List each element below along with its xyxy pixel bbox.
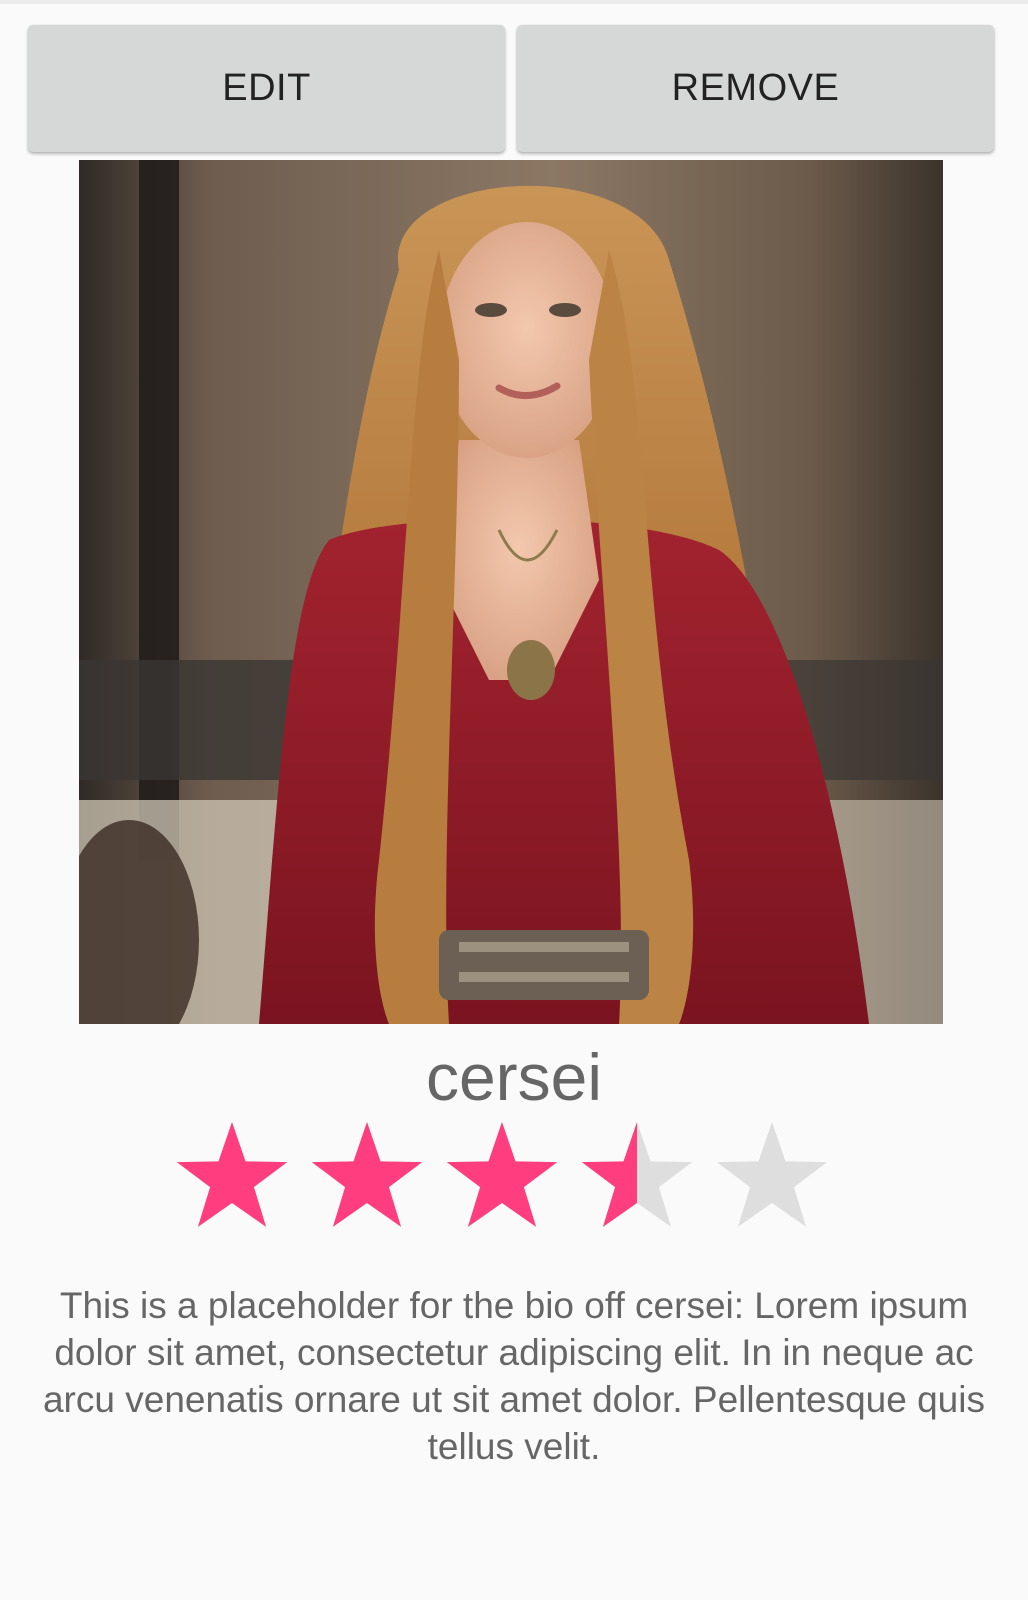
profile-name: cersei xyxy=(425,1040,603,1114)
star-icon[interactable] xyxy=(446,1122,558,1227)
status-bar-edge xyxy=(0,0,1028,4)
profile-photo xyxy=(79,160,943,1024)
star-icon[interactable] xyxy=(176,1122,288,1227)
remove-button[interactable]: REMOVE xyxy=(517,25,994,152)
star-icon[interactable] xyxy=(311,1122,423,1227)
star-icon[interactable] xyxy=(581,1122,693,1227)
star-rating[interactable] xyxy=(174,1122,854,1238)
profile-bio: This is a placeholder for the bio off ce… xyxy=(42,1285,985,1467)
star-icon[interactable] xyxy=(716,1122,828,1227)
edit-button[interactable]: EDIT xyxy=(28,25,505,152)
